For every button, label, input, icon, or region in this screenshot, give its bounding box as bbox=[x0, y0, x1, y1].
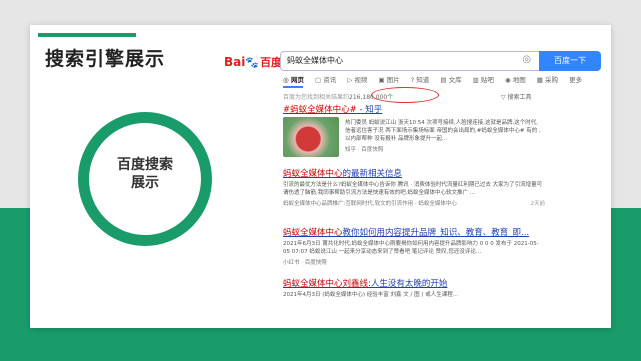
result-snippet: 2021年6月3日 莆共化时代,蚂蚁全媒体中心刚要揭你如何用内容提升品牌影响力 … bbox=[283, 241, 539, 255]
result-title[interactable]: 蚂蚁全媒体中心的最新相关信息 bbox=[283, 167, 545, 179]
tab-news[interactable]: ▢ 资讯 bbox=[315, 74, 336, 84]
ring-label-line2: 展示 bbox=[131, 175, 159, 191]
result-thumbnail[interactable] bbox=[283, 117, 339, 157]
baidu-screenshot: Bai🐾百度 蚂蚁全媒体中心 ◎ 百度一下 ◎ 网页 ▢ 资讯 ▷ 视频 ▣ 图… bbox=[218, 41, 610, 328]
logo-du: 百度 bbox=[260, 56, 283, 69]
title-accent-bar bbox=[38, 33, 136, 37]
result-title[interactable]: 蚂蚁全媒体中心教你如何用内容提升品牌_知识、教育、教育_即... bbox=[283, 226, 545, 238]
result-date: 2天前 bbox=[530, 201, 546, 207]
tab-web[interactable]: ◎ 网页 bbox=[283, 74, 304, 84]
result-title[interactable]: #蚂蚁全媒体中心# - 知乎 bbox=[283, 103, 545, 115]
ring-label-line1: 百度搜索 bbox=[117, 157, 173, 173]
tab-zhidao[interactable]: ? 知道 bbox=[411, 74, 430, 84]
search-tools-button[interactable]: ▽ 搜索工具 bbox=[501, 92, 532, 101]
paw-icon: 🐾 bbox=[245, 56, 260, 69]
highlight-oval bbox=[371, 87, 439, 103]
tab-purchase[interactable]: ▦ 采购 bbox=[537, 74, 558, 84]
search-tabs: ◎ 网页 ▢ 资讯 ▷ 视频 ▣ 图片 ? 知道 ▤ 文库 ▥ 贴吧 ◉ 地图 … bbox=[283, 74, 610, 86]
page-title: 搜索引擎展示 bbox=[45, 48, 166, 70]
tab-tieba[interactable]: ▥ 贴吧 bbox=[473, 74, 494, 84]
result-snippet: 热门委员 蚂蚁说江山 浙天10 54 次项号接续,人脸搜连接,这就是品牌,这个时… bbox=[345, 120, 541, 142]
tab-map[interactable]: ◉ 地图 bbox=[505, 74, 526, 84]
camera-icon[interactable]: ◎ bbox=[522, 54, 531, 65]
search-input[interactable]: 蚂蚁全媒体中心 ◎ bbox=[280, 51, 539, 71]
result-item: 蚂蚁全媒体中心教你如何用内容提升品牌_知识、教育、教育_即... 2021年6月… bbox=[283, 226, 545, 278]
tab-more[interactable]: 更多 bbox=[569, 74, 582, 84]
tab-video[interactable]: ▷ 视频 bbox=[347, 74, 367, 84]
result-count-prefix: 百度为您找到相关结果约 bbox=[283, 94, 350, 101]
baidu-logo[interactable]: Bai🐾百度 bbox=[224, 54, 282, 70]
tab-wenku[interactable]: ▤ 文库 bbox=[440, 74, 461, 84]
result-item: 蚂蚁全媒体中心刘鑫线:人生没有太晚的开始 2021年4月3日 (蚂蚁全媒体中心)… bbox=[283, 277, 545, 317]
logo-bai: Bai bbox=[224, 55, 246, 69]
search-button[interactable]: 百度一下 bbox=[539, 51, 601, 71]
result-subitem[interactable]: 蚂蚁全媒体中心品牌推广:互联网时代,软文的引流作用 · 蚂蚁全媒体中心 2天前 bbox=[283, 199, 545, 207]
result-item: 蚂蚁全媒体中心的最新相关信息 引流的最优方法是什么?蚂蚁全媒体中心告诉你 腾讯 … bbox=[283, 167, 545, 219]
result-item: #蚂蚁全媒体中心# - 知乎 热门委员 蚂蚁说江山 浙天10 54 次项号接续,… bbox=[283, 103, 545, 163]
result-source[interactable]: 小红书 · 百度快照 bbox=[283, 258, 545, 266]
result-snippet: 引流的最优方法是什么?蚂蚁全媒体中心告诉你 腾讯 · 消费体验时代流量红利期已过… bbox=[283, 182, 543, 196]
search-query: 蚂蚁全媒体中心 bbox=[287, 56, 343, 65]
result-snippet: 2021年4月3日 (蚂蚁全媒体中心) 经验丰富 刘鑫 文 / 图 ) 或人生课… bbox=[283, 292, 459, 298]
active-tab-underline bbox=[283, 86, 303, 88]
ring-label: 百度搜索 展示 bbox=[89, 156, 201, 192]
tab-images[interactable]: ▣ 图片 bbox=[378, 74, 399, 84]
result-title[interactable]: 蚂蚁全媒体中心刘鑫线:人生没有太晚的开始 bbox=[283, 277, 545, 289]
result-source[interactable]: 知乎 · 百度快照 bbox=[345, 145, 543, 153]
